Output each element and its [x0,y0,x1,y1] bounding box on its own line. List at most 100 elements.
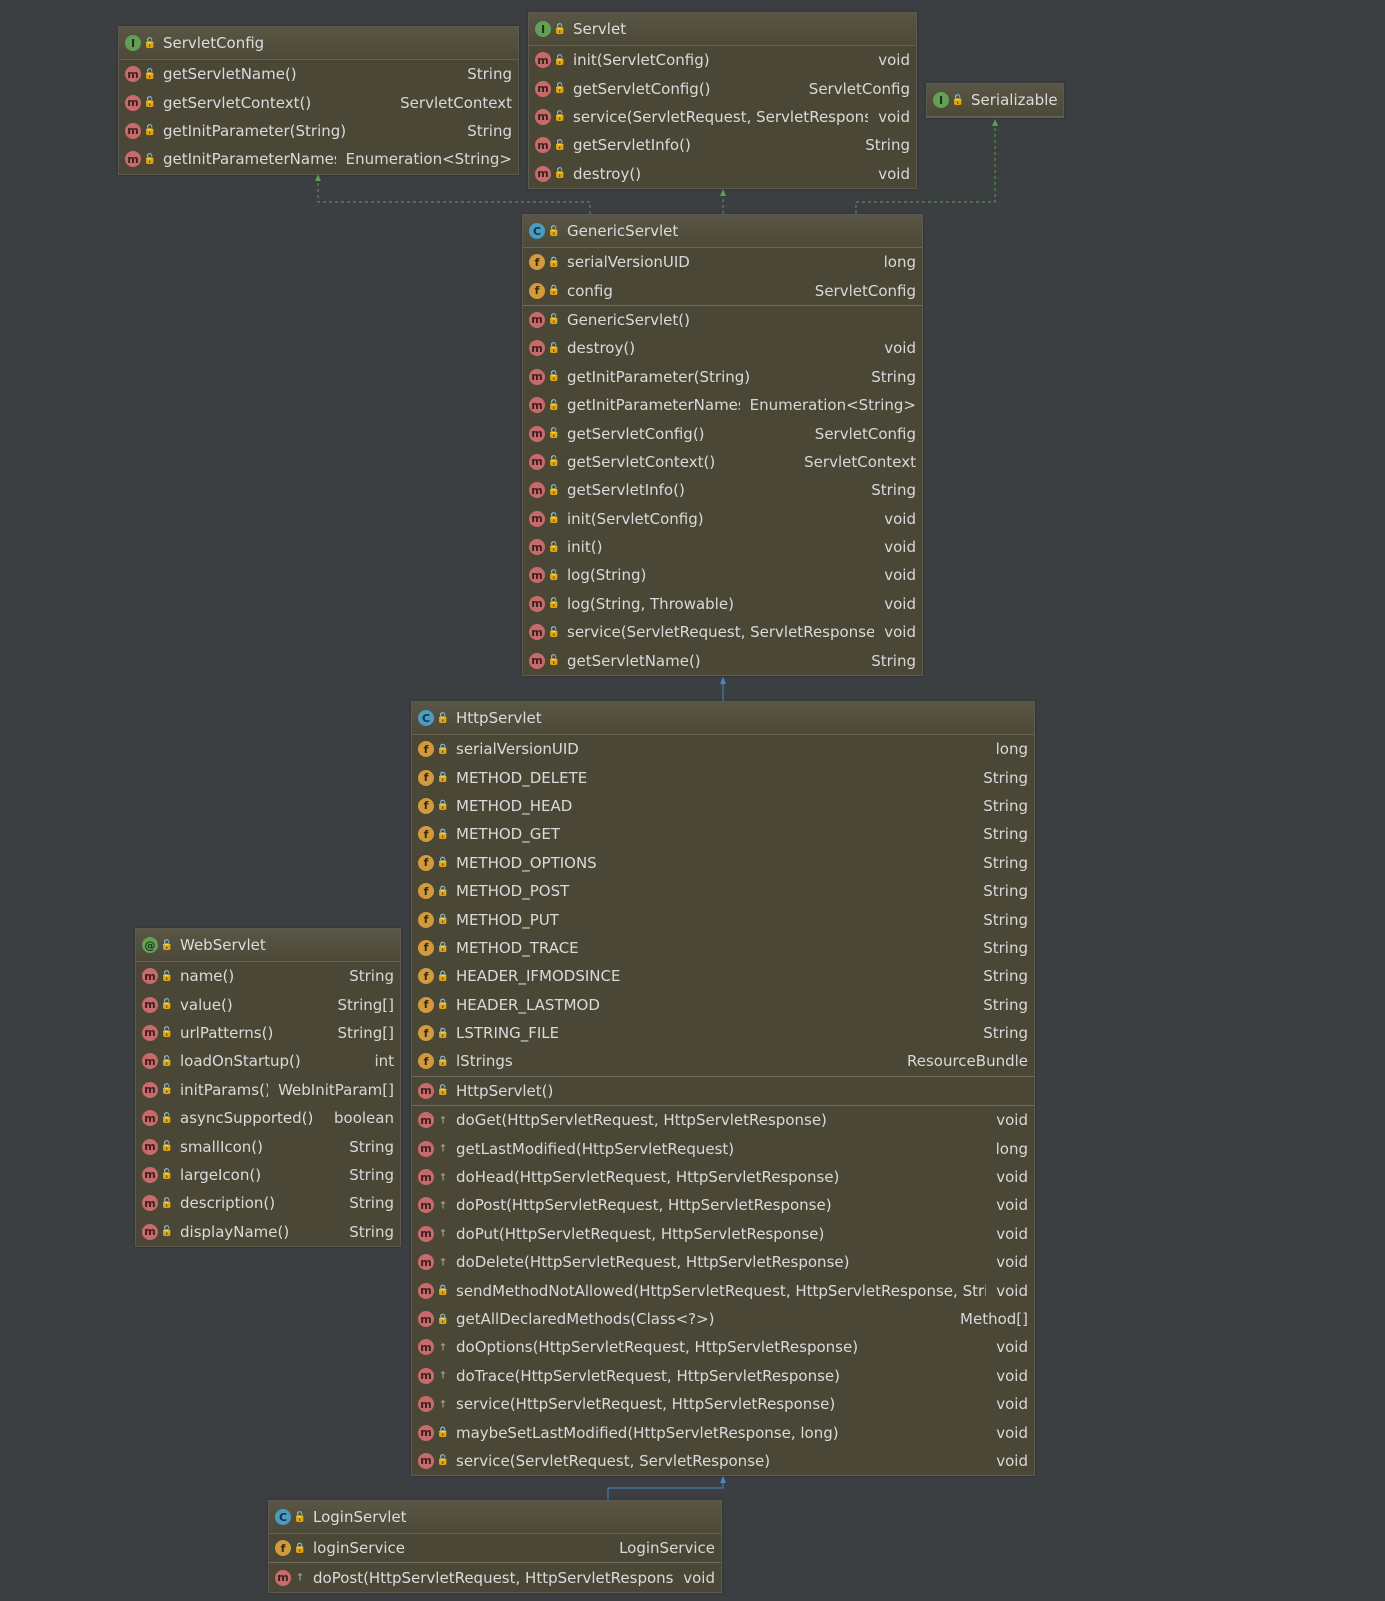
member-name: maybeSetLastModified(HttpServletResponse… [456,1423,839,1442]
method-row[interactable]: m 🔓 getInitParameter(String) String [523,363,922,391]
field-row[interactable]: f 🔒 config ServletConfig [523,276,922,304]
field-row[interactable]: f 🔒 serialVersionUID long [412,735,1034,763]
method-row[interactable]: m 🔓 log(String, Throwable) void [523,590,922,618]
class-box-servletconfig[interactable]: I 🔓 ServletConfig m 🔓 getServletName() String m… [118,26,519,175]
method-row[interactable]: m 🔒 maybeSetLastModified(HttpServletRespon… [412,1418,1034,1446]
public-visibility-icon: 🔓 [547,598,561,610]
public-visibility-icon: 🔓 [160,939,174,951]
method-row[interactable]: m † doOptions(HttpServletRequest, HttpServ… [412,1333,1034,1361]
method-icon: m [418,1367,434,1384]
method-row[interactable]: m 🔓 getServletContext() ServletContext [119,88,518,116]
method-row[interactable]: m 🔓 getServletConfig() ServletConfig [523,419,922,447]
class-box-loginservlet[interactable]: C 🔓 LoginServlet f 🔒 loginService LoginService… [268,1500,722,1593]
public-visibility-icon: 🔓 [160,999,174,1011]
method-row[interactable]: m 🔓 log(String) void [523,561,922,589]
method-row[interactable]: m 🔓 getServletConfig() ServletConfig [529,74,916,102]
method-row[interactable]: m 🔓 getServletName() String [119,60,518,88]
method-row[interactable]: m 🔒 getAllDeclaredMethods(Class<?>) Method[… [412,1305,1034,1333]
method-row[interactable]: m 🔓 HttpServlet() [412,1075,1034,1105]
field-row[interactable]: f 🔒 METHOD_POST String [412,877,1034,905]
method-row[interactable]: m 🔓 largeIcon() String [136,1161,400,1189]
member-type: void [884,594,916,613]
method-row[interactable]: m 🔓 name() String [136,962,400,990]
class-box-httpservlet[interactable]: C 🔓 HttpServlet f 🔒 serialVersionUID long f 🔒 MET… [411,701,1035,1477]
method-row[interactable]: m 🔓 init(ServletConfig) void [523,505,922,533]
field-row[interactable]: f 🔒 HEADER_LASTMOD String [412,991,1034,1019]
method-row[interactable]: m 🔓 getServletInfo() String [523,476,922,504]
member-type: void [996,1338,1028,1357]
interface-icon: I [535,21,551,37]
method-row[interactable]: m 🔓 getServletName() String [523,646,922,674]
method-row[interactable]: m † doTrace(HttpServletRequest, HttpServle… [412,1362,1034,1390]
member-name: doGet(HttpServletRequest, HttpServletRes… [456,1111,827,1130]
member-name: urlPatterns() [180,1023,274,1042]
class-header[interactable]: @ 🔓 WebServlet [136,929,400,962]
member-name: init(ServletConfig) [567,509,704,528]
method-row[interactable]: m 🔓 getInitParameterNames() Enumeration<Str… [523,391,922,419]
method-row[interactable]: m † doHead(HttpServletRequest, HttpServlet… [412,1163,1034,1191]
method-row[interactable]: m † doPut(HttpServletRequest, HttpServletR… [412,1220,1034,1248]
method-row[interactable]: m 🔓 service(ServletRequest, ServletRespons… [412,1447,1034,1475]
method-row[interactable]: m 🔓 getInitParameter(String) String [119,117,518,145]
method-row[interactable]: m 🔓 value() String[] [136,990,400,1018]
method-row[interactable]: m † doPost(HttpServletRequest, HttpServlet… [412,1191,1034,1219]
method-row[interactable]: m 🔓 GenericServlet() [523,304,922,334]
method-row[interactable]: m 🔒 sendMethodNotAllowed(HttpServletReques… [412,1276,1034,1304]
class-box-genericservlet[interactable]: C 🔓 GenericServlet f 🔒 serialVersionUID long f 🔒… [522,214,923,676]
field-row[interactable]: f 🔒 METHOD_DELETE String [412,763,1034,791]
class-box-webservlet[interactable]: @ 🔓 WebServlet m 🔓 name() String m 🔓 value() Strin… [135,928,401,1247]
class-header[interactable]: I 🔓 Serializable [927,84,1063,117]
method-row[interactable]: m 🔓 getServletContext() ServletContext [523,448,922,476]
method-row[interactable]: m † doGet(HttpServletRequest, HttpServletR… [412,1105,1034,1134]
class-header[interactable]: I 🔓 ServletConfig [119,27,518,60]
member-type: void [996,1281,1028,1300]
method-row[interactable]: m 🔓 smallIcon() String [136,1132,400,1160]
method-row[interactable]: m 🔓 description() String [136,1189,400,1217]
class-box-servlet[interactable]: I 🔓 Servlet m 🔓 init(ServletConfig) void m 🔓 getS… [528,12,917,189]
class-header[interactable]: C 🔓 HttpServlet [412,702,1034,735]
method-row[interactable]: m † doDelete(HttpServletRequest, HttpServl… [412,1248,1034,1276]
method-row[interactable]: m † getLastModified(HttpServletRequest) lon… [412,1134,1034,1162]
field-row[interactable]: f 🔒 METHOD_GET String [412,820,1034,848]
field-row[interactable]: f 🔒 METHOD_HEAD String [412,792,1034,820]
method-row[interactable]: m † doPost(HttpServletRequest, HttpServlet… [269,1562,721,1591]
public-visibility-icon: 🔓 [547,314,561,326]
method-row[interactable]: m 🔓 destroy() void [523,334,922,362]
method-row[interactable]: m 🔓 asyncSupported() boolean [136,1104,400,1132]
class-box-serializable[interactable]: I 🔓 Serializable [926,83,1064,118]
member-type: void [996,1451,1028,1470]
method-row[interactable]: m 🔓 getInitParameterNames() Enumeration<Str… [119,145,518,173]
field-row[interactable]: f 🔒 lStrings ResourceBundle [412,1047,1034,1075]
method-row[interactable]: m 🔓 initParams() WebInitParam[] [136,1076,400,1104]
annotation-icon: @ [142,937,158,953]
method-row[interactable]: m † service(HttpServletRequest, HttpServle… [412,1390,1034,1418]
public-visibility-icon: 🔓 [951,94,965,106]
method-row[interactable]: m 🔓 init(ServletConfig) void [529,46,916,74]
method-row[interactable]: m 🔓 getServletInfo() String [529,131,916,159]
class-header[interactable]: C 🔓 GenericServlet [523,215,922,248]
method-row[interactable]: m 🔓 service(ServletRequest, ServletRespons… [523,618,922,646]
field-row[interactable]: f 🔒 LSTRING_FILE String [412,1019,1034,1047]
field-row[interactable]: f 🔒 HEADER_IFMODSINCE String [412,962,1034,990]
field-row[interactable]: f 🔒 loginService LoginService [269,1534,721,1562]
method-row[interactable]: m 🔓 destroy() void [529,160,916,188]
field-row[interactable]: f 🔒 METHOD_TRACE String [412,934,1034,962]
method-row[interactable]: m 🔓 displayName() String [136,1218,400,1246]
member-name: HEADER_LASTMOD [456,995,600,1014]
class-header[interactable]: C 🔓 LoginServlet [269,1501,721,1534]
public-visibility-icon: 🔓 [547,513,561,525]
member-type: String [467,121,512,140]
member-type: ServletConfig [808,79,910,98]
field-row[interactable]: f 🔒 METHOD_OPTIONS String [412,849,1034,877]
member-type: void [996,1423,1028,1442]
field-row[interactable]: f 🔒 serialVersionUID long [523,248,922,276]
member-type: void [683,1568,715,1587]
method-row[interactable]: m 🔓 service(ServletRequest, ServletRespons… [529,103,916,131]
edge-loginservlet-httpservlet [607,1478,724,1500]
method-row[interactable]: m 🔓 init() void [523,533,922,561]
field-row[interactable]: f 🔒 METHOD_PUT String [412,905,1034,933]
method-row[interactable]: m 🔓 loadOnStartup() int [136,1047,400,1075]
method-row[interactable]: m 🔓 urlPatterns() String[] [136,1019,400,1047]
class-header[interactable]: I 🔓 Servlet [529,13,916,46]
public-visibility-icon: 🔓 [143,125,157,137]
